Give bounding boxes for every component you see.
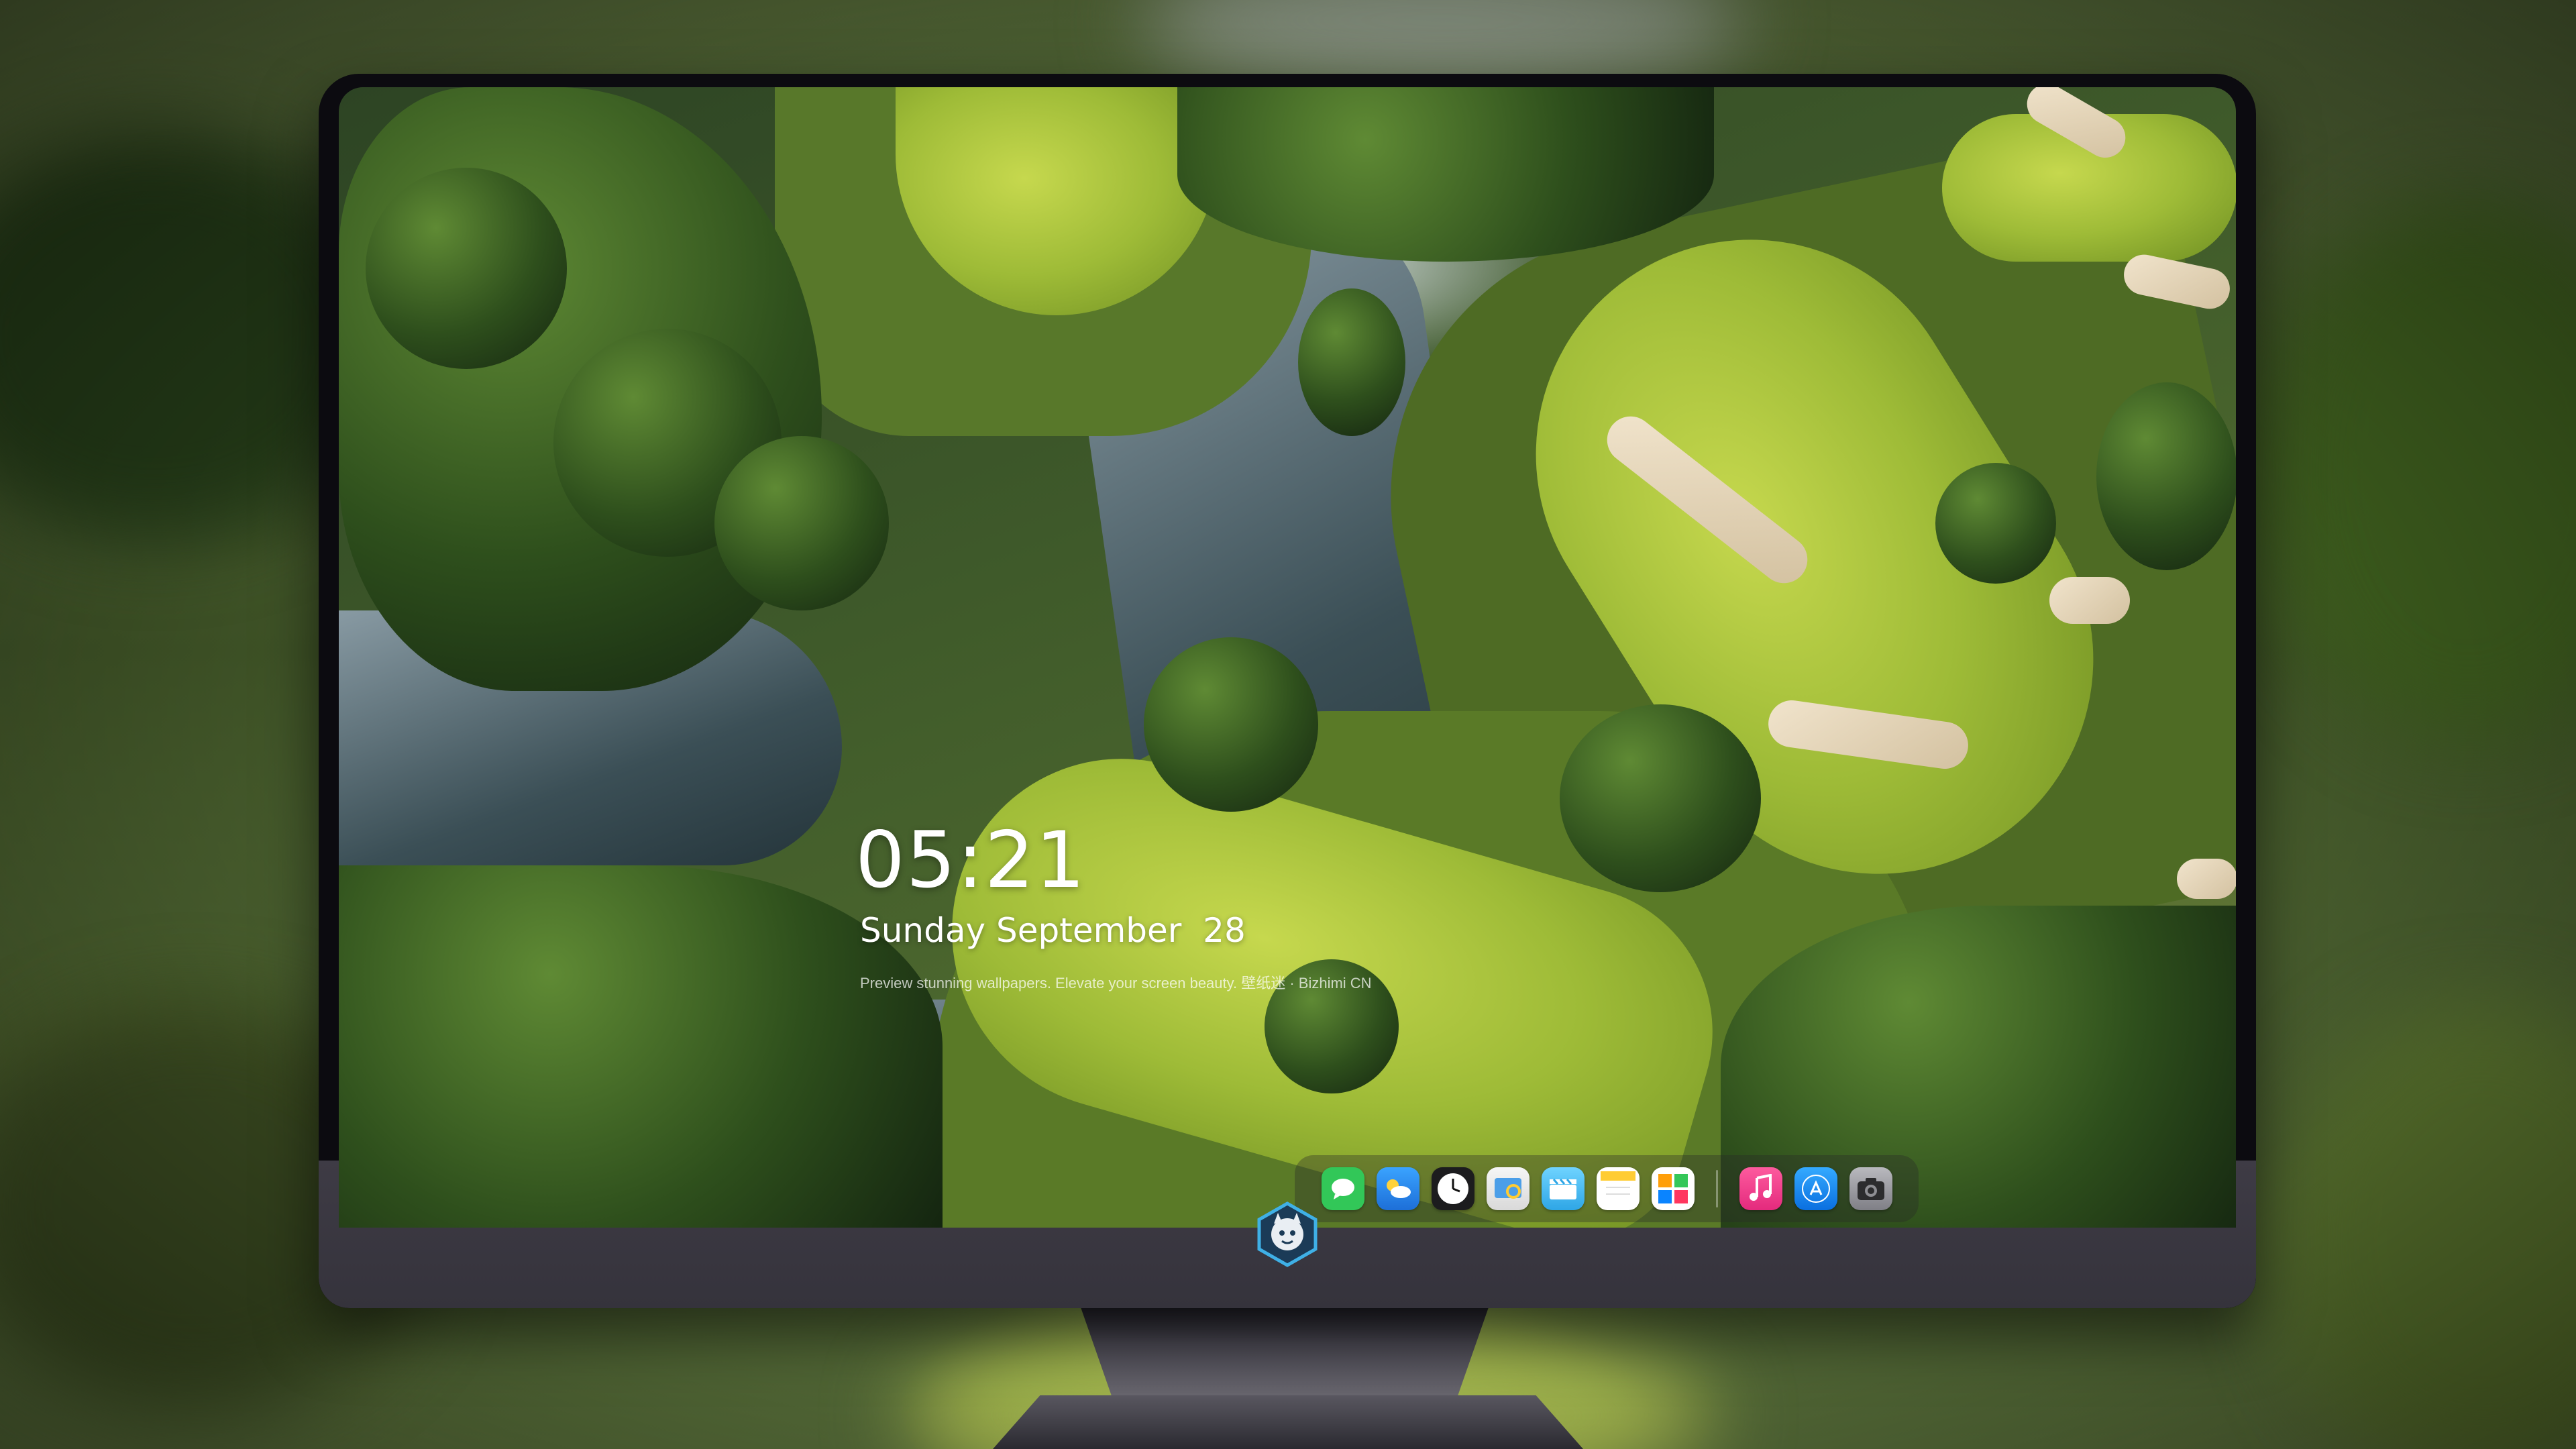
- wallpaper-forest: [1177, 87, 1714, 262]
- wallpaper-tree: [1560, 704, 1761, 892]
- monitor-stand-neck: [1080, 1305, 1489, 1399]
- wallpaper-tree: [714, 436, 889, 610]
- screen-wallpaper: 05:21 Sunday September 28 Preview stunni…: [339, 87, 2236, 1228]
- wallpaper-tree: [1298, 288, 1405, 436]
- wallpaper-caption: Preview stunning wallpapers. Elevate you…: [860, 975, 1372, 991]
- wallpaper-bunker: [2177, 859, 2236, 899]
- monitor-stand-base: [993, 1395, 1583, 1449]
- weather-app-icon[interactable]: [1376, 1167, 1419, 1210]
- wallpaper-tree: [366, 168, 567, 369]
- dock-separator: [1715, 1170, 1718, 1208]
- wallpaper-forest: [339, 865, 943, 1228]
- dock: [1295, 1155, 1919, 1222]
- wallpaper-tree: [1144, 637, 1318, 812]
- wallpaper-bunker: [2049, 577, 2130, 624]
- clips-app-icon[interactable]: [1541, 1167, 1585, 1210]
- lock-screen-time: 05:21: [855, 815, 1087, 906]
- wallpaper-tree: [2096, 382, 2236, 570]
- app-store-app-icon[interactable]: [1794, 1167, 1837, 1210]
- camera-app-icon[interactable]: [1849, 1167, 1892, 1210]
- messages-app-icon[interactable]: [1321, 1167, 1364, 1210]
- lock-screen-date: Sunday September 28: [860, 911, 1246, 950]
- clock-app-icon[interactable]: [1431, 1167, 1474, 1210]
- music-app-icon[interactable]: [1739, 1167, 1782, 1210]
- preview-app-icon[interactable]: [1486, 1167, 1529, 1210]
- monitor: 05:21 Sunday September 28 Preview stunni…: [319, 74, 2256, 1308]
- brand-logo-icon: [1254, 1201, 1321, 1268]
- photo-booth-app-icon[interactable]: [1651, 1167, 1695, 1210]
- wallpaper-tree: [1935, 463, 2056, 584]
- notes-app-icon[interactable]: [1596, 1167, 1640, 1210]
